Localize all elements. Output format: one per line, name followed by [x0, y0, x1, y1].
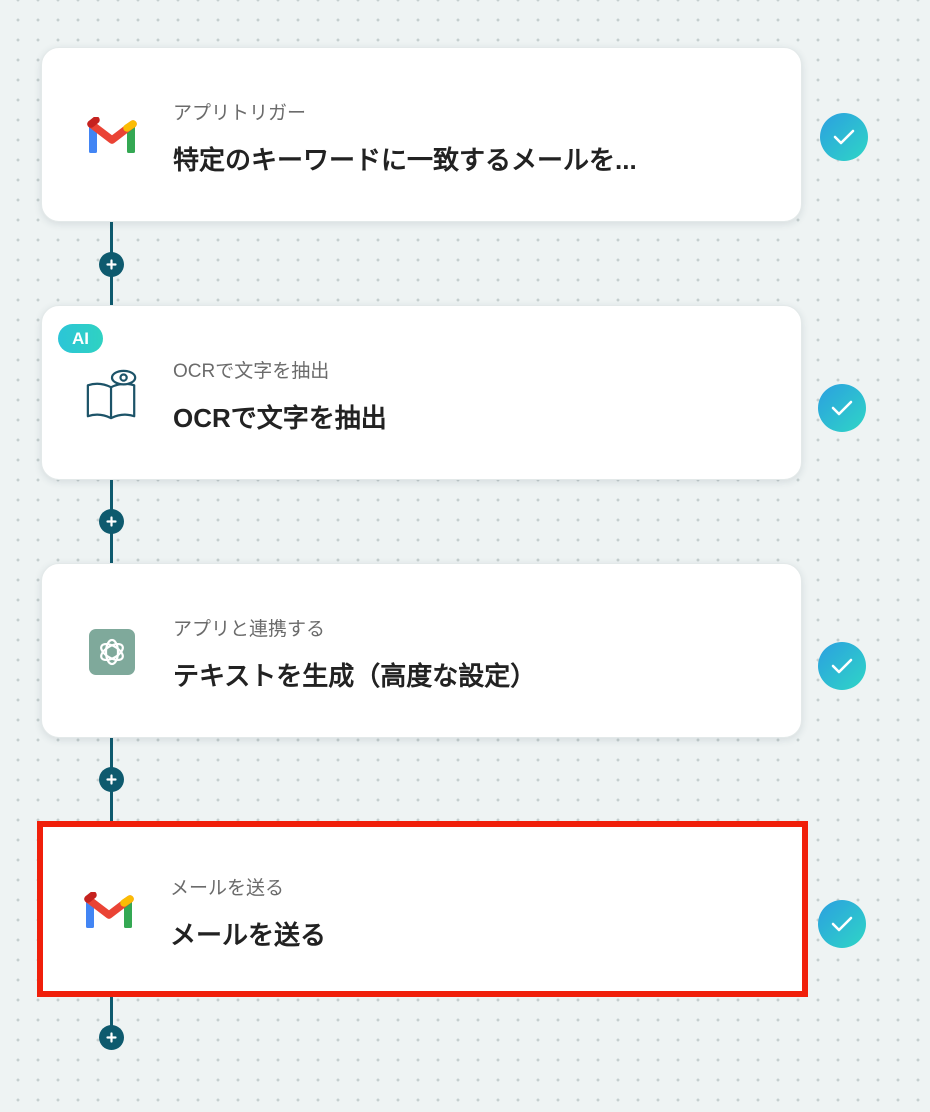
step-title: 特定のキーワードに一致するメールを... — [173, 145, 637, 175]
add-step-button-4[interactable] — [99, 1025, 124, 1050]
gmail-icon — [84, 110, 140, 162]
gmail-icon — [81, 885, 137, 937]
flow-step-card-send-mail[interactable]: メールを送る メールを送る — [37, 821, 808, 997]
step-title: メールを送る — [170, 920, 327, 950]
step-type-label: メールを送る — [170, 878, 285, 899]
step-title: テキストを生成（高度な設定） — [173, 661, 537, 691]
plus-icon — [106, 1032, 117, 1043]
add-step-button-3[interactable] — [99, 767, 124, 792]
flow-step-card-chatgpt[interactable]: アプリと連携する テキストを生成（高度な設定） — [41, 563, 802, 738]
flow-step-card-gmail-trigger[interactable]: アプリトリガー 特定のキーワードに一致するメールを... — [41, 47, 802, 222]
status-check-icon — [818, 642, 866, 690]
chatgpt-icon — [84, 626, 140, 678]
plus-icon — [106, 259, 117, 270]
add-step-button-1[interactable] — [99, 252, 124, 277]
step-type-label: アプリと連携する — [173, 619, 326, 640]
add-step-button-2[interactable] — [99, 509, 124, 534]
status-check-icon — [820, 113, 868, 161]
ai-badge: AI — [58, 324, 103, 353]
ocr-book-icon — [84, 368, 140, 420]
step-type-label: アプリトリガー — [173, 103, 307, 124]
flow-step-card-ocr[interactable]: AI OCRで文字を抽出 OCRで文字を抽出 — [41, 305, 802, 480]
plus-icon — [106, 774, 117, 785]
step-title: OCRで文字を抽出 — [173, 403, 387, 433]
status-check-icon — [818, 384, 866, 432]
plus-icon — [106, 516, 117, 527]
step-type-label: OCRで文字を抽出 — [173, 361, 330, 382]
status-check-icon — [818, 900, 866, 948]
